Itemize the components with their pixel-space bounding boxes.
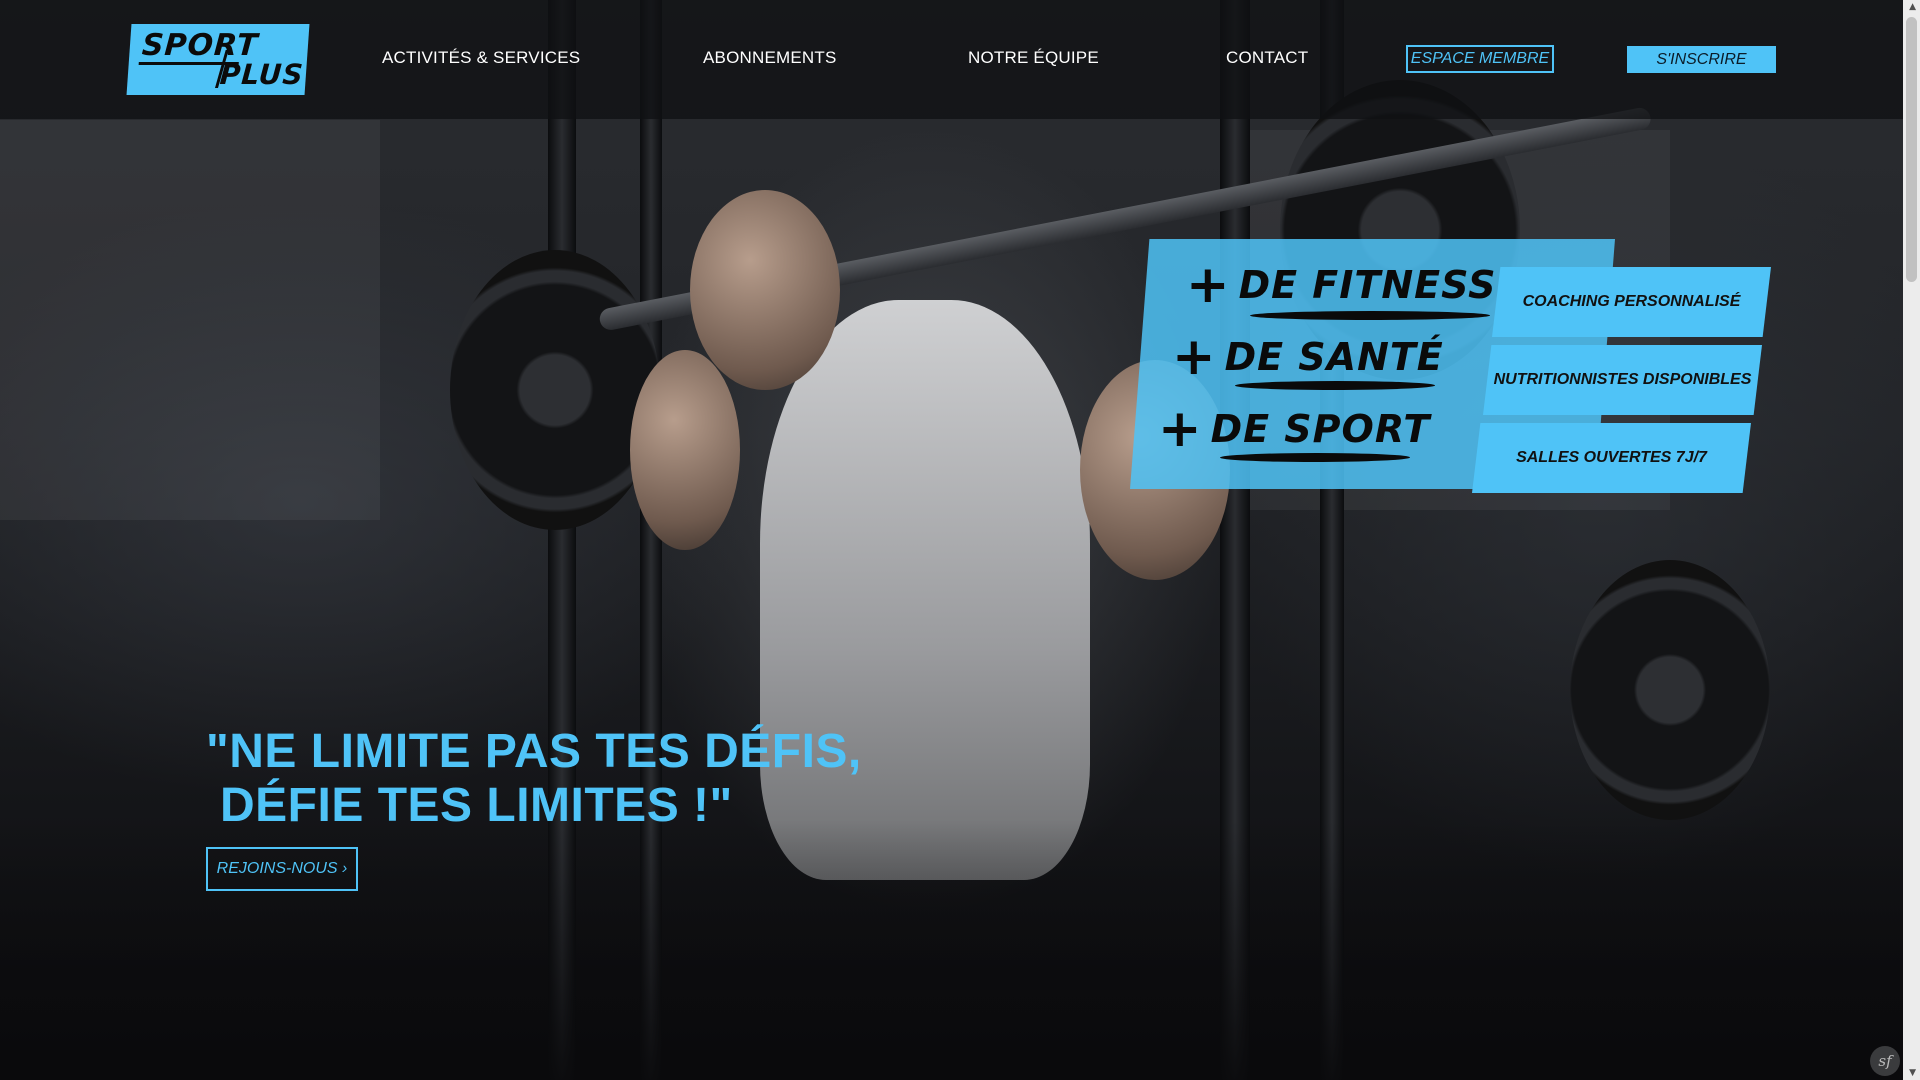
site-header: SPORT PLUS ACTIVITÉS & SERVICES ABONNEME… (0, 0, 1920, 119)
nav-contact[interactable]: CONTACT (1226, 48, 1308, 68)
scroll-up-arrow-icon[interactable]: ▲ (1909, 2, 1916, 12)
tagline-line-1: "NE LIMITE PAS TES DÉFIS, (206, 725, 862, 778)
plus-icon: + (1172, 327, 1217, 387)
join-us-button[interactable]: REJOINS-NOUS › (206, 847, 358, 891)
nav-notre-equipe[interactable]: NOTRE ÉQUIPE (968, 48, 1099, 68)
signup-button[interactable]: S'INSCRIRE (1627, 46, 1776, 73)
brush-stroke (1233, 381, 1437, 390)
nav-abonnements[interactable]: ABONNEMENTS (703, 48, 837, 68)
scroll-down-arrow-icon[interactable]: ▼ (1909, 1068, 1916, 1078)
member-area-button[interactable]: ESPACE MEMBRE (1406, 45, 1554, 73)
feature-coaching: COACHING PERSONNALISÉ (1492, 267, 1771, 337)
page-scrollbar[interactable]: ▲ ▼ (1903, 0, 1920, 1080)
hero-tagline: "NE LIMITE PAS TES DÉFIS, DÉFIE TES LIMI… (206, 725, 862, 833)
symfony-icon[interactable]: sf (1870, 1046, 1900, 1076)
feature-nutritionists: NUTRITIONNISTES DISPONIBLES (1483, 345, 1762, 415)
promo-text-sport: DE SPORT (1210, 407, 1431, 451)
feature-open-hours: SALLES OUVERTES 7J/7 (1472, 423, 1751, 493)
promo-text-sante: DE SANTÉ (1224, 335, 1444, 379)
nav-activites-services[interactable]: ACTIVITÉS & SERVICES (382, 48, 580, 68)
promo-text-fitness: DE FITNESS (1238, 263, 1497, 307)
logo-text-plus: PLUS (218, 58, 305, 91)
sport-plus-logo[interactable]: SPORT PLUS (126, 24, 310, 95)
brush-stroke (1248, 311, 1492, 320)
tagline-line-2: DÉFIE TES LIMITES !" (220, 779, 733, 832)
plus-icon: + (1158, 399, 1203, 459)
promo-line-sante: + DE SANTÉ (1172, 327, 1444, 387)
plus-icon: + (1186, 255, 1231, 315)
hero-background-image (0, 0, 1920, 1080)
brush-stroke (1218, 453, 1412, 462)
promo-line-fitness: + DE FITNESS (1186, 255, 1496, 315)
scrollbar-thumb[interactable] (1906, 17, 1917, 282)
promo-line-sport: + DE SPORT (1158, 399, 1430, 459)
